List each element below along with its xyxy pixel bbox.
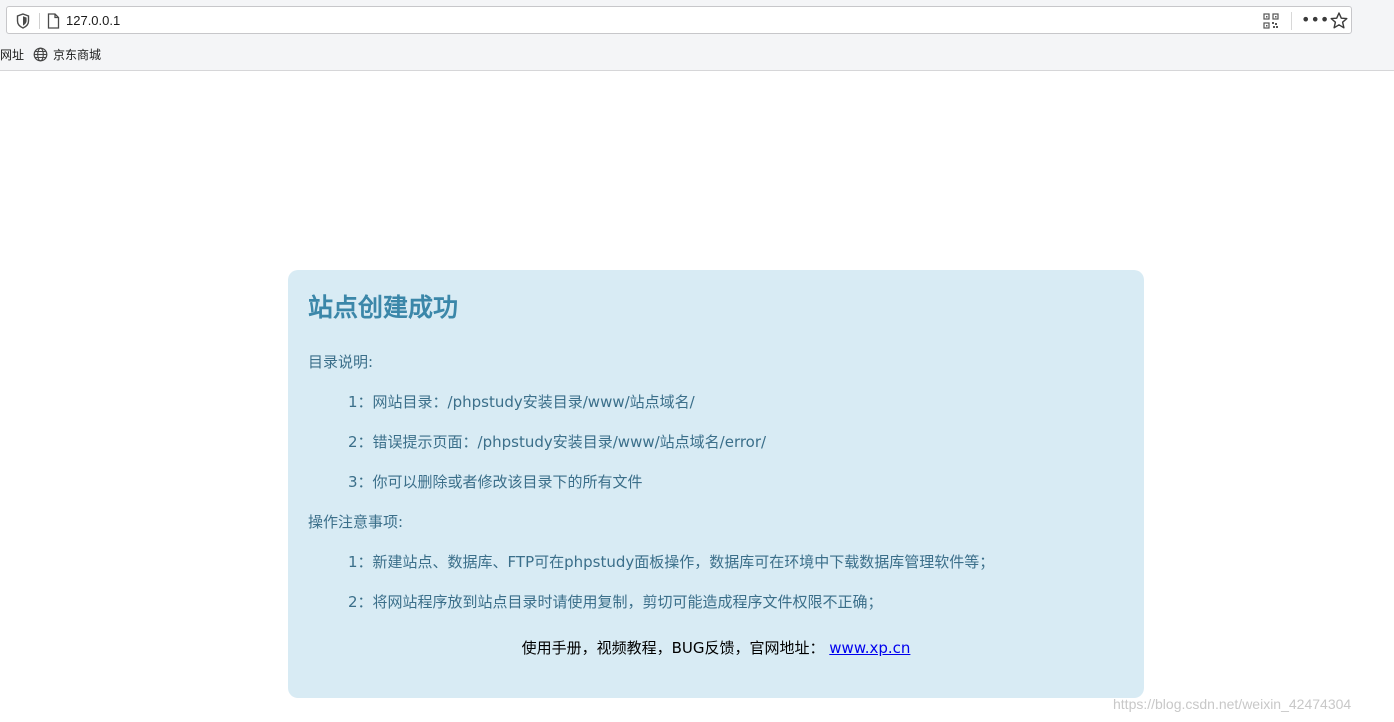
toolbar-divider: [1291, 12, 1292, 30]
footer-text: 使用手册，视频教程，BUG反馈，官网地址：: [521, 639, 825, 657]
notes-item: 1：新建站点、数据库、FTP可在phpstudy面板操作，数据库可在环境中下载数…: [348, 553, 995, 571]
notes-heading: 操作注意事项:: [308, 513, 404, 531]
globe-icon: [33, 47, 48, 62]
dir-item: 1：网站目录：/phpstudy安装目录/www/站点域名/: [348, 393, 695, 411]
address-bar[interactable]: 127.0.0.1 •••: [6, 6, 1352, 34]
page-icon: [47, 13, 60, 29]
bookmark-star-icon[interactable]: [1329, 11, 1349, 31]
more-actions-icon[interactable]: •••: [1301, 10, 1329, 30]
dir-item: 3：你可以删除或者修改该目录下的所有文件: [348, 473, 643, 491]
notes-item: 2：将网站程序放到站点目录时请使用复制，剪切可能造成程序文件权限不正确；: [348, 593, 883, 611]
address-divider: [39, 13, 40, 29]
watermark-text: https://blog.csdn.net/weixin_42474304: [1113, 696, 1352, 712]
page-title: 站点创建成功: [308, 293, 459, 322]
url-text[interactable]: 127.0.0.1: [66, 12, 120, 30]
bookmark-item-wangzhi[interactable]: 网址: [0, 47, 24, 63]
dir-heading: 目录说明:: [308, 353, 374, 371]
footer-links: 使用手册，视频教程，BUG反馈，官网地址： www.xp.cn: [288, 638, 1144, 658]
qr-code-icon[interactable]: [1263, 13, 1279, 29]
shield-icon[interactable]: [16, 13, 30, 29]
bookmark-item-jd[interactable]: 京东商城: [53, 47, 101, 63]
dir-item: 2：错误提示页面：/phpstudy安装目录/www/站点域名/error/: [348, 433, 767, 451]
browser-toolbar: 127.0.0.1 ••• 网址 京东商城: [0, 0, 1394, 71]
success-card: 站点创建成功 目录说明: 1：网站目录：/phpstudy安装目录/www/站点…: [288, 270, 1144, 698]
official-site-link[interactable]: www.xp.cn: [829, 639, 910, 657]
